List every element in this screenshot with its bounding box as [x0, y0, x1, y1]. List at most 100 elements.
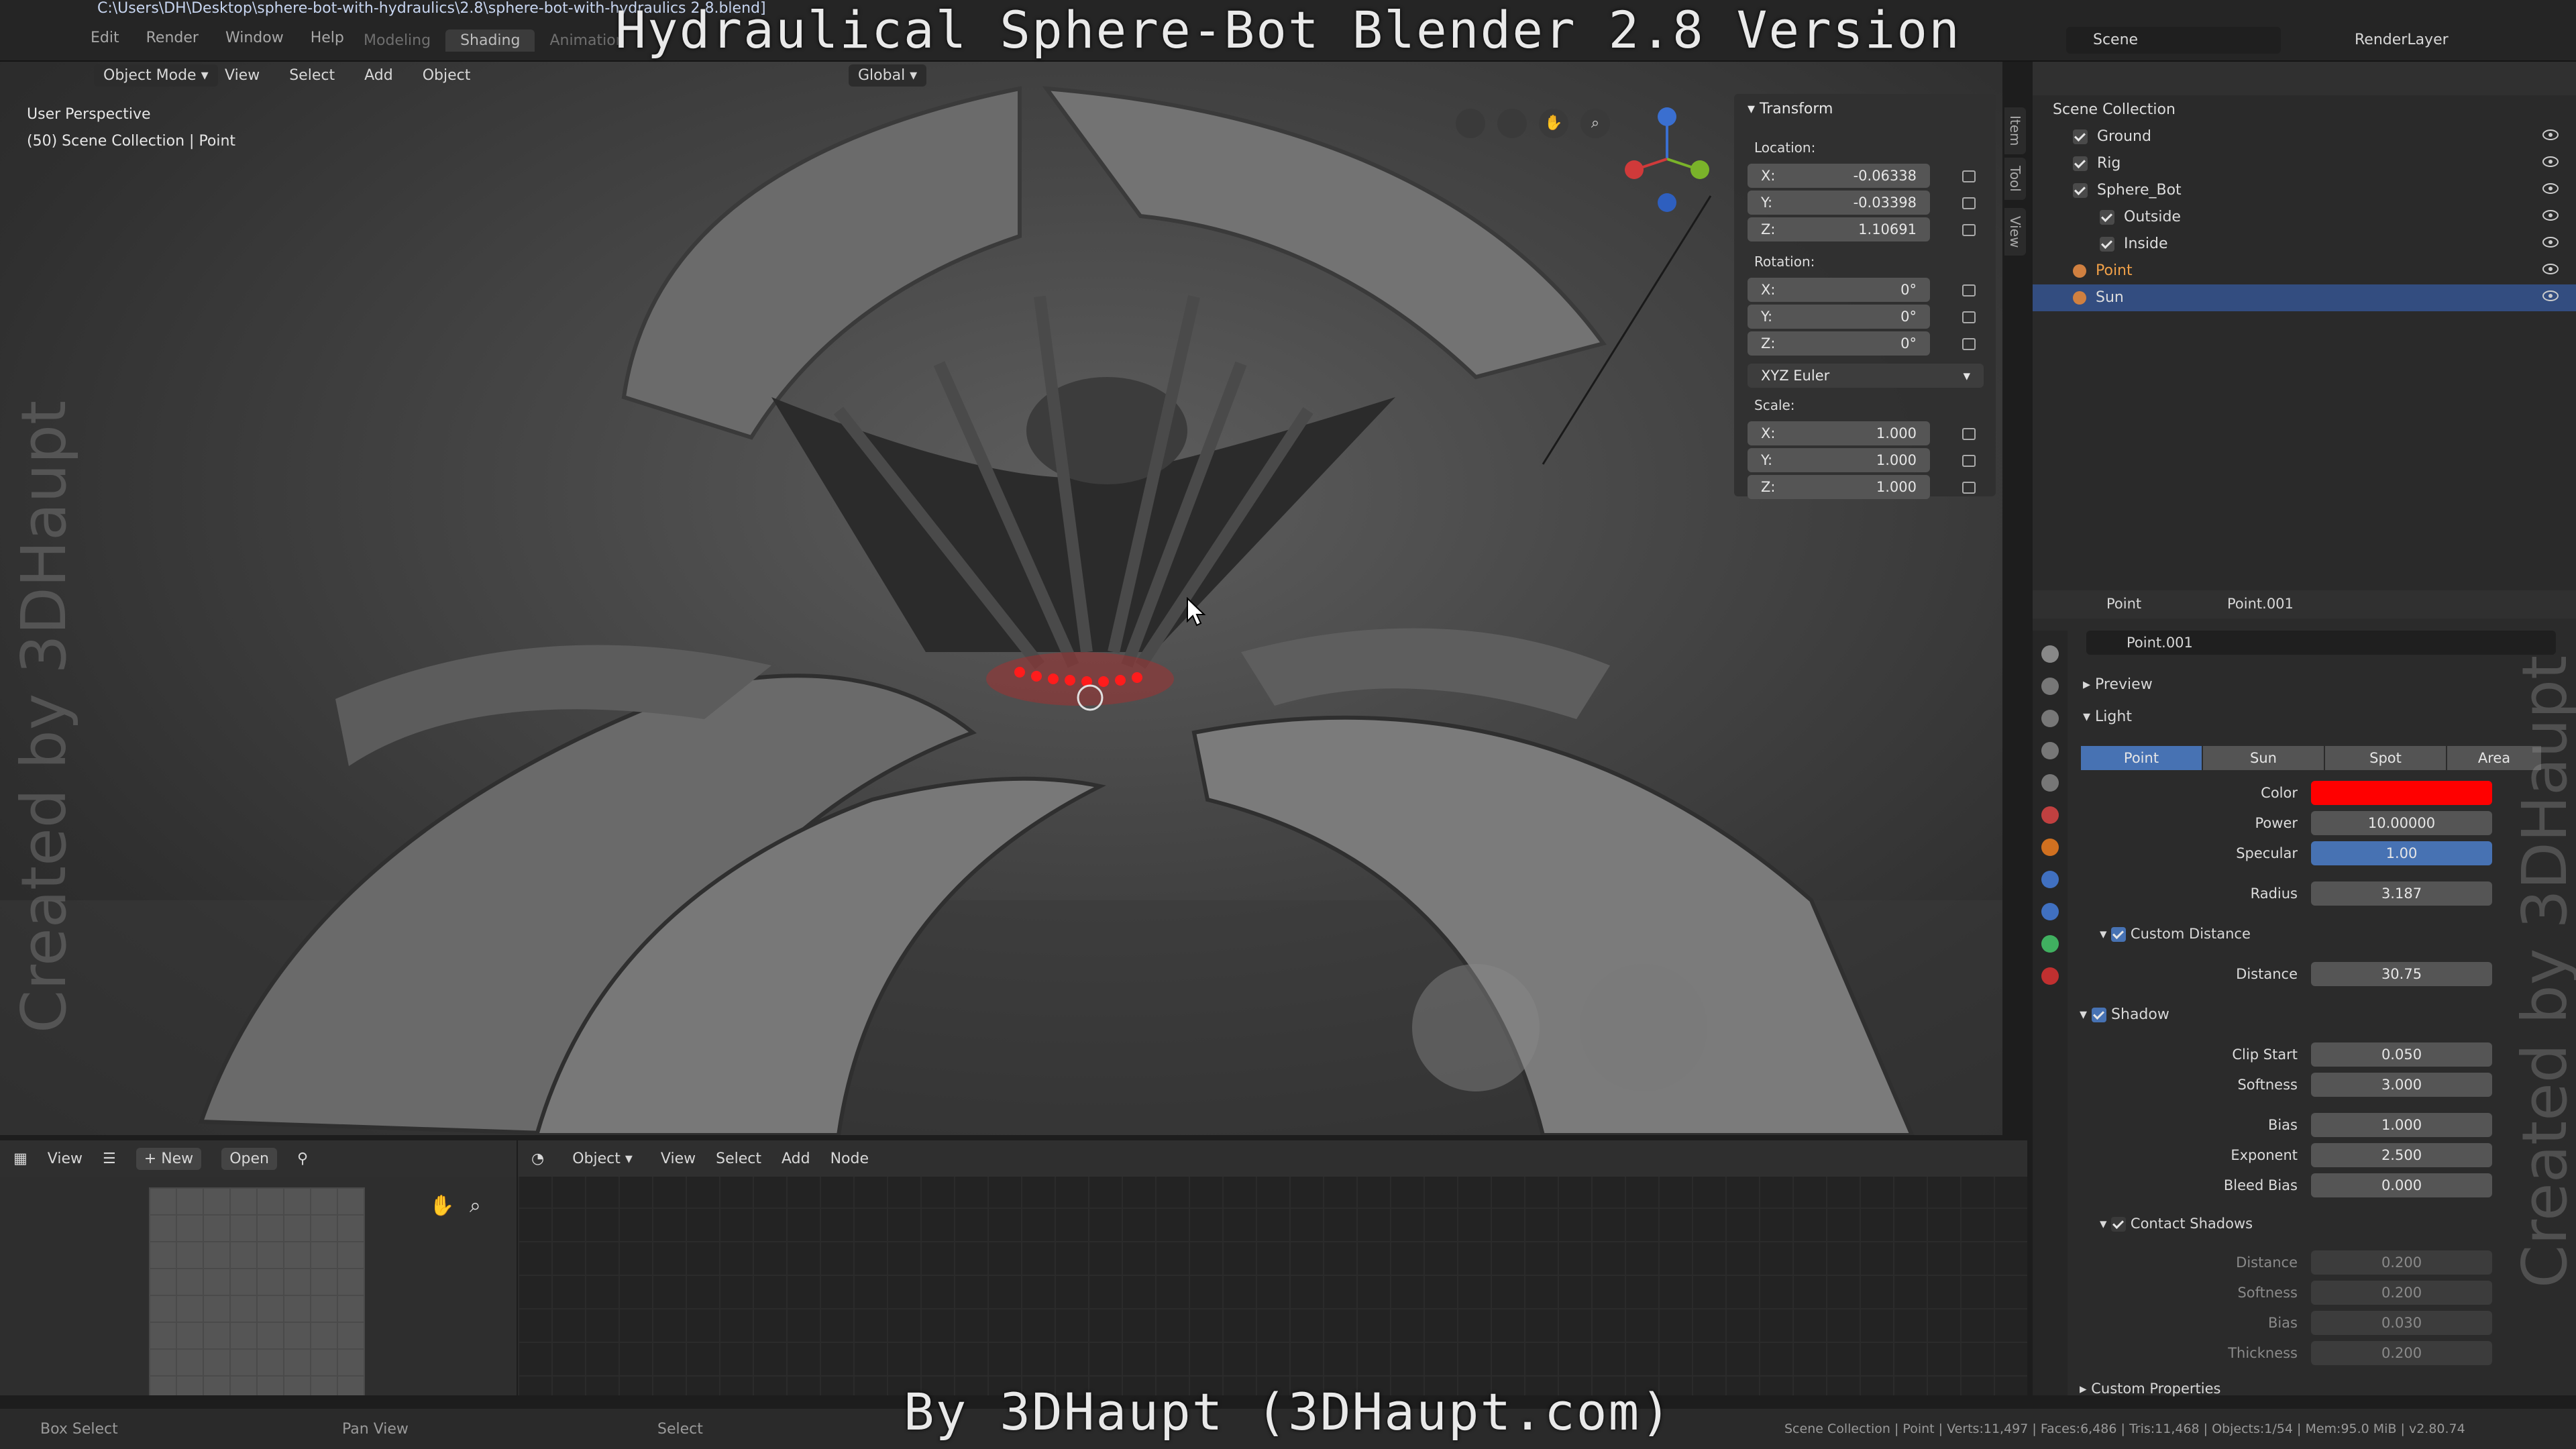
viewport-menu-add[interactable]: Add: [364, 67, 393, 84]
modifier-icon[interactable]: [2041, 871, 2059, 888]
eye-icon[interactable]: [2542, 182, 2559, 195]
cs-thickness-field[interactable]: 0.200: [2311, 1341, 2492, 1365]
radius-field[interactable]: 3.187: [2311, 881, 2492, 906]
lock-icon[interactable]: [1962, 284, 1976, 297]
lock-icon[interactable]: [1962, 170, 1976, 182]
pin-icon[interactable]: ⚲: [297, 1150, 308, 1167]
world-icon[interactable]: [2041, 806, 2059, 824]
checkbox-icon[interactable]: [2073, 183, 2088, 198]
outliner-item-ground[interactable]: Ground: [2033, 123, 2576, 150]
cs-softness-field[interactable]: 0.200: [2311, 1281, 2492, 1305]
checkbox-icon[interactable]: [2100, 210, 2114, 225]
shadow-section[interactable]: ▾ Shadow: [2080, 1006, 2169, 1023]
new-image-button[interactable]: + New: [136, 1147, 202, 1170]
custom-distance-toggle[interactable]: ▾ Custom Distance: [2100, 926, 2251, 942]
constraint-icon[interactable]: [2041, 903, 2059, 920]
pan-hand-icon[interactable]: ✋: [1539, 109, 1568, 138]
viewport-menu-select[interactable]: Select: [289, 67, 335, 84]
outliner-item-sun[interactable]: Sun: [2033, 284, 2576, 311]
sidebar-tab-view[interactable]: View: [2004, 208, 2026, 256]
node-editor[interactable]: ◔ Object ▾ View Select Add Node: [518, 1140, 2027, 1395]
view-layer-icon[interactable]: [2041, 742, 2059, 759]
outliner-item-rig[interactable]: Rig: [2033, 150, 2576, 177]
checkbox-icon[interactable]: [2092, 1008, 2107, 1022]
node-type-dropdown[interactable]: Object ▾: [564, 1148, 641, 1170]
light-data-icon[interactable]: [2041, 935, 2059, 953]
rotation-mode-dropdown[interactable]: XYZ Euler ▾: [1748, 364, 1984, 388]
eye-icon[interactable]: [2542, 236, 2559, 248]
lock-icon[interactable]: [1962, 311, 1976, 323]
image-menu-view[interactable]: View: [48, 1150, 83, 1167]
bleed-bias-field[interactable]: 0.000: [2311, 1173, 2492, 1197]
open-image-button[interactable]: Open: [221, 1147, 277, 1170]
checkbox-icon[interactable]: [2111, 927, 2127, 942]
render-icon[interactable]: [2041, 678, 2059, 695]
eye-icon[interactable]: [2542, 129, 2559, 141]
light-type-spot[interactable]: Spot: [2325, 746, 2446, 770]
rotation-x-field[interactable]: X: 0°: [1748, 278, 1930, 302]
bias-field[interactable]: 1.000: [2311, 1113, 2492, 1137]
editor-type-icon[interactable]: ▦: [13, 1150, 28, 1167]
scale-y-field[interactable]: Y: 1.000: [1748, 448, 1930, 472]
softness-field[interactable]: 3.000: [2311, 1073, 2492, 1097]
rotation-y-field[interactable]: Y: 0°: [1748, 305, 1930, 329]
scale-z-field[interactable]: Z: 1.000: [1748, 475, 1930, 499]
tool-icon[interactable]: [2041, 645, 2059, 663]
editor-type-icon[interactable]: ◔: [531, 1150, 544, 1167]
3d-viewport[interactable]: ✋ ⌕: [0, 62, 2002, 1135]
contact-shadows-toggle[interactable]: ▾ Contact Shadows: [2100, 1216, 2253, 1232]
exponent-field[interactable]: 2.500: [2311, 1143, 2492, 1167]
viewport-menu-object[interactable]: Object: [423, 67, 471, 84]
menu-icon[interactable]: ☰: [103, 1150, 116, 1167]
node-menu-node[interactable]: Node: [830, 1150, 869, 1167]
lock-icon[interactable]: [1962, 428, 1976, 440]
scale-x-field[interactable]: X: 1.000: [1748, 421, 1930, 445]
light-datablock-field[interactable]: Point.001: [2086, 631, 2556, 655]
pan-hand-icon[interactable]: ✋: [429, 1194, 454, 1218]
lock-icon[interactable]: [1962, 224, 1976, 236]
preview-section[interactable]: ▸ Preview: [2083, 676, 2153, 693]
output-icon[interactable]: [2041, 710, 2059, 727]
power-field[interactable]: 10.00000: [2311, 811, 2492, 835]
clip-start-field[interactable]: 0.050: [2311, 1042, 2492, 1067]
scene-icon[interactable]: [2041, 774, 2059, 792]
checkbox-icon[interactable]: [2111, 1217, 2127, 1232]
lock-icon[interactable]: [1962, 455, 1976, 467]
outliner-item-inside[interactable]: Inside: [2033, 231, 2576, 258]
distance-field[interactable]: 30.75: [2311, 962, 2492, 986]
outliner-item-sphere-bot[interactable]: Sphere_Bot: [2033, 177, 2576, 204]
eye-icon[interactable]: [2542, 156, 2559, 168]
properties-object-name[interactable]: Point: [2106, 596, 2141, 612]
cs-distance-field[interactable]: 0.200: [2311, 1250, 2492, 1275]
eye-icon[interactable]: [2542, 290, 2559, 302]
lock-icon[interactable]: [1962, 482, 1976, 494]
location-x-field[interactable]: X: -0.06338: [1748, 164, 1930, 188]
node-menu-add[interactable]: Add: [782, 1150, 810, 1167]
rotation-z-field[interactable]: Z: 0°: [1748, 331, 1930, 356]
specular-field[interactable]: 1.00: [2311, 841, 2492, 865]
location-z-field[interactable]: Z: 1.10691: [1748, 217, 1930, 241]
transform-orientation-dropdown[interactable]: Global ▾: [849, 64, 927, 87]
lock-icon[interactable]: [1962, 338, 1976, 350]
object-mode-dropdown[interactable]: Object Mode ▾: [94, 64, 218, 87]
properties-data-name[interactable]: Point.001: [2227, 596, 2294, 612]
eye-icon[interactable]: [2542, 209, 2559, 221]
light-type-sun[interactable]: Sun: [2203, 746, 2324, 770]
image-canvas[interactable]: [149, 1187, 365, 1395]
location-y-field[interactable]: Y: -0.03398: [1748, 191, 1930, 215]
zoom-icon[interactable]: ⌕: [1580, 109, 1610, 138]
navigation-gizmo[interactable]: [1610, 102, 1724, 216]
texture-icon[interactable]: [2041, 967, 2059, 985]
eye-icon[interactable]: [2542, 263, 2559, 275]
checkbox-icon[interactable]: [2100, 237, 2114, 252]
toggle-perspective-icon[interactable]: [1497, 109, 1527, 138]
object-icon[interactable]: [2041, 839, 2059, 856]
outliner-item-point[interactable]: Point: [2033, 258, 2576, 284]
transform-header[interactable]: ▾ Transform: [1748, 101, 1833, 117]
zoom-icon[interactable]: ⌕: [470, 1194, 481, 1218]
node-menu-view[interactable]: View: [661, 1150, 696, 1167]
sidebar-tab-item[interactable]: Item: [2004, 107, 2026, 154]
cs-bias-field[interactable]: 0.030: [2311, 1311, 2492, 1335]
checkbox-icon[interactable]: [2073, 156, 2088, 171]
node-menu-select[interactable]: Select: [716, 1150, 761, 1167]
